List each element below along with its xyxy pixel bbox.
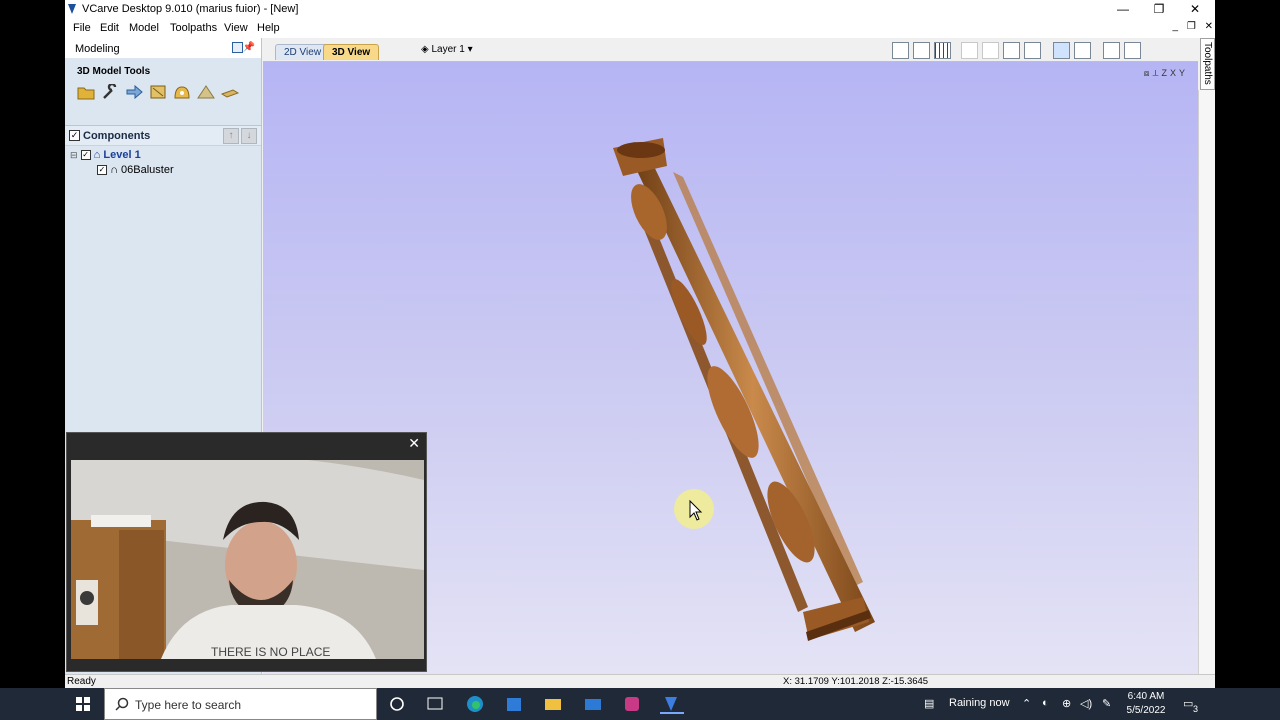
zoom-box-icon[interactable]	[892, 42, 909, 59]
move-down-icon[interactable]: ↓	[241, 128, 257, 144]
zoom-window-icon[interactable]	[982, 42, 999, 59]
restore-button[interactable]: ❐	[1143, 1, 1175, 17]
toolpaths-tab[interactable]: Toolpaths	[1200, 38, 1215, 90]
pan-icon[interactable]	[961, 42, 978, 59]
level-label: Level 1	[103, 149, 141, 161]
folder-open-icon[interactable]	[77, 84, 95, 100]
layer-dropdown[interactable]: ◈ Layer 1 ▾	[421, 44, 473, 55]
menu-file[interactable]: File	[73, 22, 91, 34]
shaded-view-icon[interactable]	[1053, 42, 1070, 59]
system-clock[interactable]: 6:40 AM 5/5/2022	[1124, 690, 1168, 718]
split-view-icon[interactable]	[1103, 42, 1120, 59]
menu-view[interactable]: View	[224, 22, 248, 34]
level-icon: ⌂	[93, 149, 101, 161]
vcarve-logo-icon	[68, 4, 76, 14]
window-title: VCarve Desktop 9.010 (marius fuior) - [N…	[82, 3, 299, 15]
svg-text:THERE IS NO PLACE: THERE IS NO PLACE	[211, 645, 330, 659]
components-title: Components	[83, 130, 151, 142]
panel-title: Modeling	[75, 43, 120, 55]
dome-icon[interactable]	[173, 84, 191, 100]
component-checkbox[interactable]: ✓	[97, 165, 107, 176]
move-up-icon[interactable]: ↑	[223, 128, 239, 144]
menu-help[interactable]: Help	[257, 22, 280, 34]
panel-header: Modeling 📌	[65, 38, 261, 58]
file-explorer-icon[interactable]	[542, 694, 566, 714]
zoom-extents-icon[interactable]	[913, 42, 930, 59]
network-icon[interactable]: ⊕	[1062, 697, 1071, 710]
menu-bar: File Edit Model Toolpaths View Help	[65, 19, 1215, 38]
tab-2d-view[interactable]: 2D View	[275, 44, 331, 60]
screen: VCarve Desktop 9.010 (marius fuior) - [N…	[0, 0, 1280, 720]
components-header: ✓ Components ↑ ↓	[65, 125, 261, 146]
model-tools-title: 3D Model Tools	[77, 66, 151, 77]
meet-now-icon[interactable]: ◐	[1042, 697, 1049, 709]
vcarve-taskbar-icon[interactable]	[660, 694, 684, 714]
taskbar-search[interactable]: Type here to search	[104, 688, 377, 720]
dock-icon[interactable]	[232, 42, 243, 53]
webcam-frame-image: THERE IS NO PLACE	[71, 460, 424, 659]
menu-edit[interactable]: Edit	[100, 22, 119, 34]
zoom-all-icon[interactable]	[1024, 42, 1041, 59]
title-bar: VCarve Desktop 9.010 (marius fuior) - [N…	[65, 0, 1215, 19]
tree-item-component[interactable]: ✓ ∩ 06Baluster	[97, 164, 174, 178]
status-bar: Ready X: 31.1709 Y:101.2018 Z:-15.3645	[65, 674, 1215, 688]
windows-start-icon[interactable]	[76, 697, 90, 711]
close-button[interactable]: ✕	[1179, 1, 1211, 17]
cortana-icon[interactable]	[386, 694, 410, 714]
weather-status[interactable]: Raining now	[949, 697, 1010, 709]
webcam-video: THERE IS NO PLACE	[71, 460, 424, 659]
view-toolbar: 2D View 3D View ◈ Layer 1 ▾	[263, 38, 1198, 62]
task-view-icon[interactable]	[424, 694, 448, 714]
document-window-controls: _ ❐ ✕	[1167, 21, 1213, 32]
collapse-icon[interactable]: ⊟	[70, 150, 78, 160]
store-icon[interactable]	[503, 694, 527, 714]
doc-close-button[interactable]: ✕	[1205, 21, 1213, 32]
notifications-icon[interactable]: ▭	[1183, 697, 1193, 710]
pin-icon[interactable]: 📌	[243, 42, 255, 53]
clock-time: 6:40 AM	[1127, 691, 1165, 702]
tab-3d-view[interactable]: 3D View	[323, 44, 380, 60]
layer-label: Layer 1	[431, 44, 465, 55]
minimize-button[interactable]: —	[1107, 1, 1139, 17]
menu-toolpaths[interactable]: Toolpaths	[170, 22, 217, 34]
level-checkbox[interactable]: ✓	[80, 150, 91, 161]
grid-icon[interactable]	[934, 42, 951, 59]
search-placeholder: Type here to search	[135, 698, 242, 712]
doc-minimize-button[interactable]: _	[1173, 21, 1179, 32]
webcam-overlay: ✕ THERE IS NO PLACE	[66, 432, 427, 672]
chevron-down-icon: ▾	[467, 44, 473, 55]
webcam-close-icon[interactable]: ✕	[408, 435, 420, 452]
ruler-icon[interactable]	[149, 84, 167, 100]
toolpaths-tab-label: Toolpaths	[1202, 42, 1213, 85]
component-arch-icon: ∩	[110, 164, 118, 176]
layer-icon: ◈	[421, 44, 429, 55]
status-ready: Ready	[67, 676, 96, 687]
menu-model[interactable]: Model	[129, 22, 159, 34]
weather-icon[interactable]: ▤	[924, 697, 934, 710]
clock-date: 5/5/2022	[1126, 705, 1166, 716]
layout-icon[interactable]	[1124, 42, 1141, 59]
tree-item-level-1[interactable]: ⊟ ✓ ⌂ Level 1	[70, 149, 141, 163]
component-label: 06Baluster	[121, 164, 174, 176]
zoom-in-icon[interactable]	[1003, 42, 1020, 59]
search-icon	[115, 697, 129, 711]
cursor-coordinates: X: 31.1709 Y:101.2018 Z:-15.3645	[783, 676, 929, 687]
arrow-right-icon[interactable]	[125, 84, 143, 100]
toolpath-view-icon[interactable]	[1074, 42, 1091, 59]
teams-icon[interactable]	[621, 694, 645, 714]
pen-icon[interactable]: ✎	[1102, 697, 1111, 710]
mail-icon[interactable]	[582, 694, 606, 714]
volume-icon[interactable]: ◁)	[1080, 697, 1092, 710]
notification-count: 3	[1193, 704, 1199, 714]
cone-icon[interactable]	[197, 84, 215, 100]
slice-icon[interactable]	[221, 84, 239, 100]
doc-restore-button[interactable]: ❐	[1187, 21, 1196, 32]
components-checkbox[interactable]: ✓	[69, 130, 80, 141]
right-strip	[1198, 90, 1215, 674]
edge-icon[interactable]	[464, 694, 488, 714]
wrench-icon[interactable]	[101, 84, 119, 100]
tray-overflow-icon[interactable]: ⌃	[1022, 697, 1031, 710]
